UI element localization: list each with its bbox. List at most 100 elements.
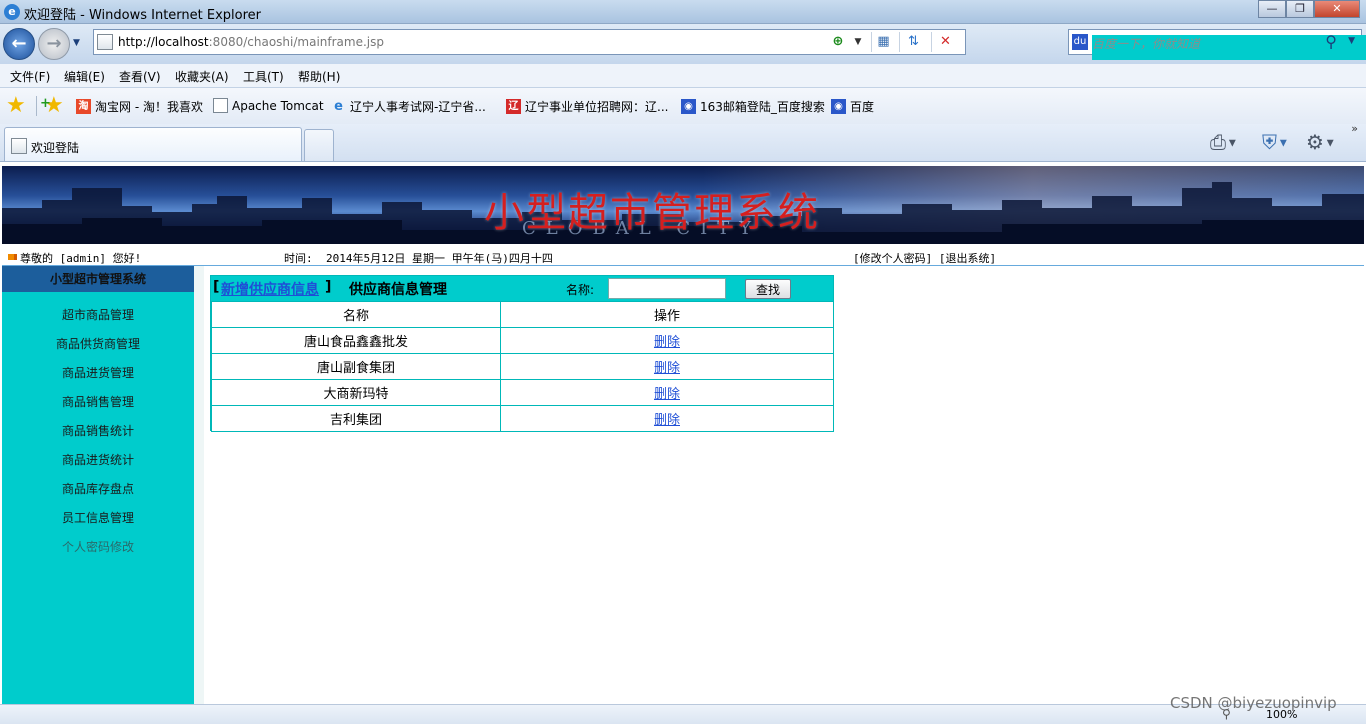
status-bar: ⚲ 100%: [0, 704, 1366, 724]
forward-button[interactable]: →: [38, 28, 70, 60]
panel-header: [ 新增供应商信息 ] 供应商信息管理 名称: 查找: [211, 276, 833, 301]
sidebar-item-inventory[interactable]: 商品库存盘点: [2, 480, 194, 497]
greeting-text: 尊敬的 [admin] 您好!: [20, 252, 142, 265]
window-title: 欢迎登陆 - Windows Internet Explorer: [24, 8, 261, 23]
window-controls: — ❐ ✕: [1258, 0, 1360, 18]
add-favorite-icon[interactable]: + ★: [40, 94, 64, 118]
stop-icon[interactable]: ✕: [931, 32, 959, 52]
favorite-item-baidu[interactable]: ◉ 百度: [831, 98, 874, 115]
delete-link[interactable]: 删除: [654, 413, 680, 428]
delete-link[interactable]: 删除: [654, 387, 680, 402]
sidebar-header: 小型超市管理系统: [2, 266, 194, 292]
favorites-star-icon[interactable]: ★: [6, 94, 26, 118]
supplier-name: 大商新玛特: [211, 379, 501, 406]
menu-bar: 文件(F) 编辑(E) 查看(V) 收藏夹(A) 工具(T) 帮助(H): [0, 64, 1366, 88]
time-label: 时间:: [284, 252, 313, 265]
favorite-item-taobao[interactable]: 淘淘宝网 - 淘！我喜欢: [76, 98, 203, 115]
baidu-icon: ◉: [681, 99, 696, 114]
search-dropdown-icon[interactable]: ▼: [1348, 36, 1355, 46]
ie-logo-icon: e: [4, 4, 20, 20]
address-url[interactable]: http://localhost:8080/chaoshi/mainframe.…: [118, 35, 384, 49]
refresh-icon[interactable]: ⇅: [899, 32, 927, 52]
print-icon[interactable]: ⎙ ▼: [1210, 130, 1236, 156]
title-bar: e 欢迎登陆 - Windows Internet Explorer — ❐ ✕: [0, 0, 1366, 24]
panel-title: 供应商信息管理: [349, 282, 447, 298]
address-dropdown-icon[interactable]: ▼: [851, 32, 865, 52]
content-gutter: [194, 266, 204, 704]
table-row: 唐山副食集团 删除: [211, 353, 834, 380]
baidu-icon: ◉: [831, 99, 846, 114]
menu-view[interactable]: 查看(V): [119, 68, 161, 85]
sidebar-item-products[interactable]: 超市商品管理: [2, 306, 194, 323]
taobao-icon: 淘: [76, 99, 91, 114]
supplier-table: 名称 操作 唐山食品鑫鑫批发 删除 唐山副食集团 删除 大商新玛特 删除 吉利集…: [211, 301, 834, 432]
search-name-input[interactable]: [608, 278, 726, 299]
search-box[interactable]: du 百度一下，你就知道 ⚲ ▼: [1068, 29, 1366, 60]
datetime-text: 2014年5月12日 星期一 甲午年(马)四月十四: [326, 252, 553, 265]
divider: [36, 96, 37, 116]
sidebar-item-purchase-stats[interactable]: 商品进货统计: [2, 451, 194, 468]
navigation-bar: ← → ▼ http://localhost:8080/chaoshi/main…: [0, 24, 1366, 64]
sidebar-item-suppliers[interactable]: 商品供货商管理: [2, 335, 194, 352]
menu-file[interactable]: 文件(F): [10, 68, 50, 85]
favorite-item-lnrsks[interactable]: e 辽宁人事考试网-辽宁省...: [331, 98, 486, 115]
delete-link[interactable]: 删除: [654, 361, 680, 376]
page-icon: [97, 34, 113, 50]
action-cell: 删除: [500, 405, 834, 432]
sidebar-item-purchasing[interactable]: 商品进货管理: [2, 364, 194, 381]
sidebar-item-sales[interactable]: 商品销售管理: [2, 393, 194, 410]
banner: CLOBAL CITY 小型超市管理系统: [2, 166, 1364, 244]
action-cell: 删除: [500, 353, 834, 380]
sidebar-item-sales-stats[interactable]: 商品销售统计: [2, 422, 194, 439]
menu-help[interactable]: 帮助(H): [298, 68, 340, 85]
sidebar-item-employees[interactable]: 员工信息管理: [2, 509, 194, 526]
delete-link[interactable]: 删除: [654, 335, 680, 350]
recent-pages-dropdown-icon[interactable]: ▼: [73, 38, 80, 48]
action-cell: 删除: [500, 327, 834, 354]
back-button[interactable]: ←: [3, 28, 35, 60]
tab-bar: 欢迎登陆: [0, 124, 1366, 162]
tools-gear-icon[interactable]: ⚙ ▼: [1306, 130, 1334, 156]
bracket-right: ]: [325, 279, 332, 295]
info-bar: 尊敬的 [admin] 您好! 时间: 2014年5月12日 星期一 甲午年(马…: [2, 248, 1364, 266]
table-row: 大商新玛特 删除: [211, 379, 834, 406]
column-header-action: 操作: [500, 301, 834, 328]
account-links[interactable]: [修改个人密码] [退出系统]: [853, 250, 996, 266]
sidebar-item-password[interactable]: 个人密码修改: [2, 538, 194, 555]
search-button[interactable]: 查找: [745, 279, 791, 299]
watermark: CSDN @biyezuopinvip: [1170, 694, 1337, 712]
search-name-label: 名称:: [566, 283, 595, 297]
table-row: 吉利集团 删除: [211, 405, 834, 432]
ie-page-icon: e: [334, 99, 343, 114]
add-supplier-link[interactable]: 新增供应商信息: [221, 279, 319, 299]
menu-edit[interactable]: 编辑(E): [64, 68, 105, 85]
tab-welcome[interactable]: 欢迎登陆: [4, 127, 302, 161]
bullet-icon: [8, 254, 14, 260]
favorite-item-tomcat[interactable]: Apache Tomcat: [213, 98, 324, 113]
menu-favorites[interactable]: 收藏夹(A): [175, 68, 229, 85]
minimize-button[interactable]: —: [1258, 0, 1286, 18]
bracket-left: [: [213, 279, 220, 295]
supplier-name: 唐山食品鑫鑫批发: [211, 327, 501, 354]
search-icon[interactable]: ⚲: [1325, 32, 1337, 51]
rss-icon[interactable]: ▦: [871, 32, 895, 52]
compatibility-icon[interactable]: ⊕: [827, 32, 849, 52]
more-commands-chevron-icon[interactable]: »: [1351, 122, 1358, 135]
favorite-item-163[interactable]: ◉ 163邮箱登陆_百度搜索: [681, 98, 825, 115]
column-header-name: 名称: [211, 301, 501, 328]
favorite-item-zhaopin[interactable]: 辽辽宁事业单位招聘网：辽...: [506, 98, 668, 115]
menu-tools[interactable]: 工具(T): [243, 68, 284, 85]
tab-label: 欢迎登陆: [31, 141, 80, 155]
supplier-panel: [ 新增供应商信息 ] 供应商信息管理 名称: 查找 名称 操作 唐山食品鑫鑫批…: [210, 275, 834, 432]
action-cell: 删除: [500, 379, 834, 406]
close-button[interactable]: ✕: [1314, 0, 1360, 18]
table-header-row: 名称 操作: [211, 301, 834, 328]
page-icon: [11, 138, 27, 154]
safety-shield-icon[interactable]: ⛨ ▼: [1262, 130, 1287, 156]
maximize-button[interactable]: ❐: [1286, 0, 1314, 18]
address-bar[interactable]: http://localhost:8080/chaoshi/mainframe.…: [93, 29, 966, 55]
banner-title: 小型超市管理系统: [484, 190, 820, 236]
supplier-name: 吉利集团: [211, 405, 501, 432]
page-icon: [213, 98, 228, 113]
new-tab-button[interactable]: [304, 129, 334, 161]
